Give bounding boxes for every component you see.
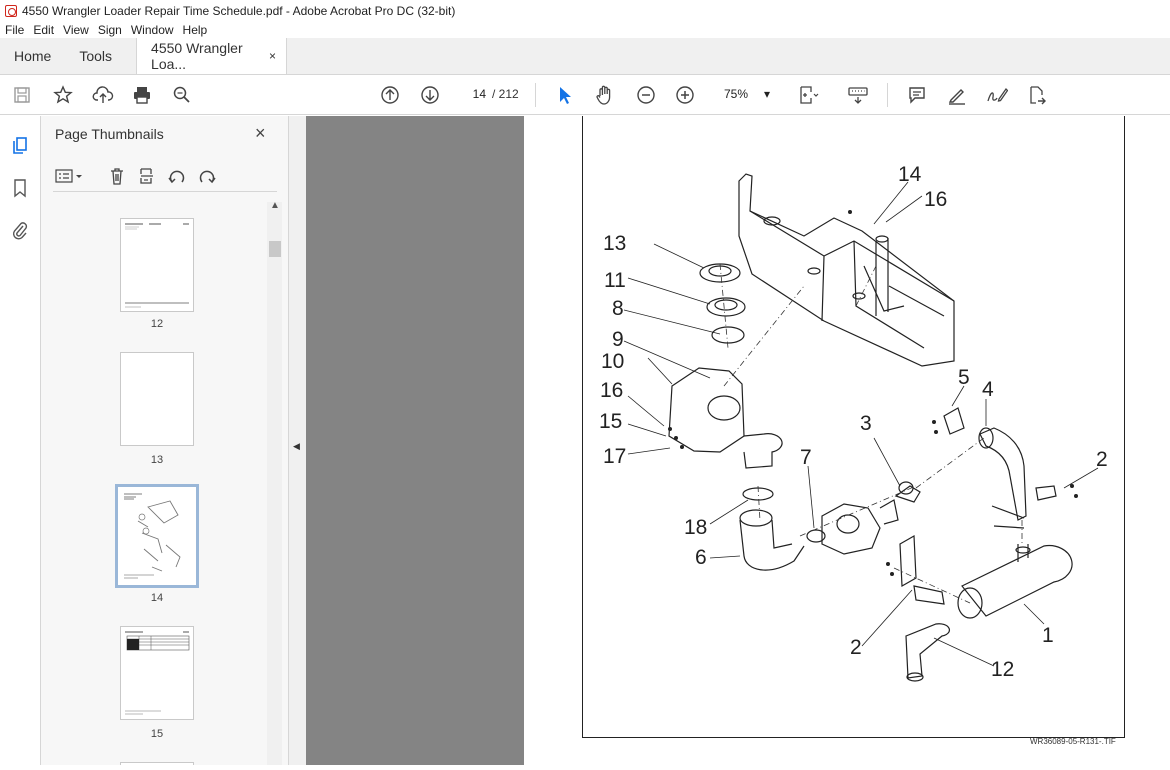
bookmarks-icon[interactable] (8, 176, 32, 200)
close-icon[interactable]: × (255, 123, 266, 144)
save-icon[interactable] (10, 83, 34, 107)
toolbar-divider (535, 83, 536, 107)
tab-tools[interactable]: Tools (65, 38, 126, 74)
tab-document[interactable]: 4550 Wrangler Loa... × (136, 38, 288, 74)
page-total: / 212 (492, 87, 519, 101)
previous-page-icon[interactable] (378, 83, 402, 107)
next-page-icon[interactable] (418, 83, 442, 107)
upload-cloud-icon[interactable] (91, 83, 115, 107)
menu-view[interactable]: View (63, 23, 89, 37)
zoom-in-icon[interactable] (673, 83, 697, 107)
thumbnail-page-12[interactable] (120, 218, 194, 312)
find-text-icon[interactable] (170, 83, 194, 107)
select-cursor-icon[interactable] (553, 83, 577, 107)
thumbnail-page-14[interactable] (115, 484, 199, 588)
thumbnail-label: 15 (150, 728, 164, 740)
bookmark-star-icon[interactable] (51, 83, 75, 107)
menu-bar: File Edit View Sign Window Help (0, 21, 1170, 38)
thumbnail-page-13[interactable] (120, 352, 194, 446)
keyboard-scroll-icon[interactable] (846, 83, 870, 107)
zoom-out-icon[interactable] (634, 83, 658, 107)
tab-bar: Home Tools 4550 Wrangler Loa... × (0, 38, 1170, 75)
collapse-arrow-icon[interactable]: ◀ (293, 441, 300, 452)
print-icon[interactable] (130, 83, 154, 107)
title-bar: 4550 Wrangler Loader Repair Time Schedul… (0, 0, 1170, 21)
chevron-down-icon: ▾ (763, 87, 770, 101)
rotate-left-icon[interactable] (166, 165, 188, 187)
thumbnail-page-15[interactable] (120, 626, 194, 720)
thumbnail-list: 12 13 14 15 (41, 202, 267, 765)
page-thumbnails-panel: Page Thumbnails × 12 13 14 15 (41, 116, 289, 765)
thumbnail-scrollbar[interactable] (267, 202, 282, 765)
rotate-right-icon[interactable] (196, 165, 218, 187)
scrollbar-thumb[interactable] (269, 241, 281, 257)
menu-edit[interactable]: Edit (33, 23, 54, 37)
panel-toolbar (53, 162, 277, 192)
thumbnail-label: 12 (150, 318, 164, 330)
scroll-up-arrow-icon[interactable]: ▲ (270, 200, 280, 211)
toolbar-divider-2 (887, 83, 888, 107)
thumbnail-options-icon[interactable] (53, 165, 87, 187)
page-fit-icon[interactable] (797, 83, 821, 107)
share-document-icon[interactable] (1025, 83, 1049, 107)
sign-pen-icon[interactable] (985, 83, 1009, 107)
panel-title: Page Thumbnails (55, 126, 164, 142)
hand-tool-icon[interactable] (593, 83, 617, 107)
tab-close-icon[interactable]: × (269, 49, 276, 63)
drawing-caption: WR36089-05-R131-.TIF (1030, 737, 1116, 746)
menu-window[interactable]: Window (131, 23, 174, 37)
left-rail (0, 116, 41, 765)
tab-home[interactable]: Home (0, 38, 65, 74)
menu-sign[interactable]: Sign (98, 23, 122, 37)
acrobat-logo-icon (5, 4, 17, 17)
highlight-pen-icon[interactable] (945, 83, 969, 107)
window-title: 4550 Wrangler Loader Repair Time Schedul… (22, 3, 456, 18)
menu-help[interactable]: Help (183, 23, 208, 37)
zoom-value: 75% (724, 87, 749, 101)
thumbnail-label: 14 (150, 592, 164, 604)
drawing-border (582, 116, 1125, 738)
comment-icon[interactable] (905, 83, 929, 107)
page-number-input[interactable]: 14 (459, 83, 489, 105)
tab-document-label: 4550 Wrangler Loa... (151, 40, 243, 72)
page-thumbnails-icon[interactable] (8, 134, 32, 158)
zoom-select[interactable]: 75% ▾ (716, 83, 778, 105)
menu-file[interactable]: File (5, 23, 24, 37)
thumbnail-label: 13 (150, 454, 164, 466)
extract-pages-icon[interactable] (136, 165, 158, 187)
delete-page-icon[interactable] (106, 165, 128, 187)
attachments-icon[interactable] (8, 218, 32, 242)
toolbar (0, 75, 1170, 115)
